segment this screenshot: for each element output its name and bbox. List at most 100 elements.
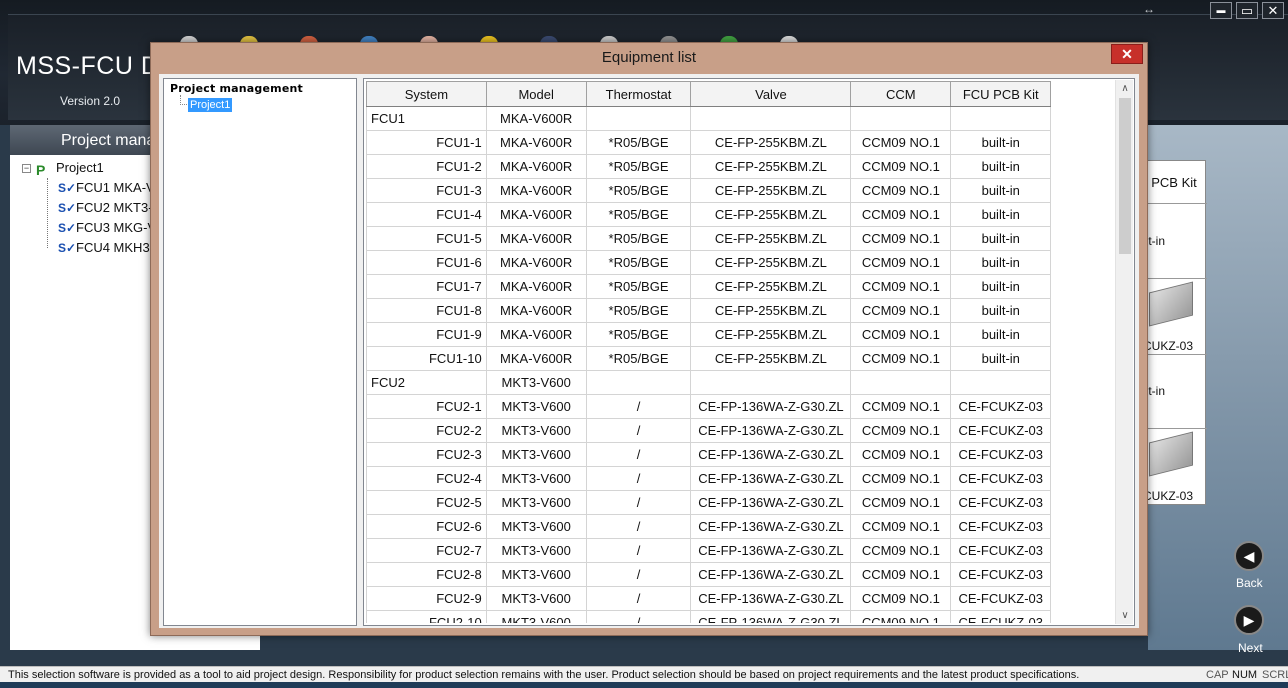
cell-ccm[interactable]: CCM09 NO.1 [850,586,952,611]
cell-model[interactable]: MKT3-V600 [485,610,587,623]
cell-model[interactable]: MKA-V600R [485,178,587,203]
maximize-button[interactable]: ▭ [1236,2,1258,19]
cell-valve[interactable]: CE-FP-136WA-Z-G30.ZL [690,442,852,467]
cell-model[interactable]: MKT3-V600 [485,538,587,563]
cell-thermostat[interactable]: / [585,466,692,491]
column-header-system[interactable]: System [366,81,487,107]
cell-system[interactable]: FCU1-8 [366,298,487,323]
cell-valve[interactable]: CE-FP-136WA-Z-G30.ZL [690,586,852,611]
cell-pcb-kit[interactable]: CE-FCUKZ-03 [950,490,1052,515]
tree-item-label[interactable]: FCU1 MKA-V [76,178,155,198]
cell-thermostat[interactable]: / [585,610,692,623]
back-button[interactable]: ◀ [1234,541,1264,571]
cell-thermostat[interactable]: *R05/BGE [585,178,692,203]
cell-thermostat[interactable]: / [585,514,692,539]
cell-model[interactable]: MKA-V600R [485,130,587,155]
cell-valve[interactable]: CE-FP-136WA-Z-G30.ZL [690,490,852,515]
cell-model[interactable]: MKT3-V600 [485,442,587,467]
cell-ccm[interactable] [850,370,952,395]
cell-model[interactable]: MKA-V600R [485,154,587,179]
cell-model[interactable]: MKT3-V600 [485,466,587,491]
cell-valve[interactable]: CE-FP-255KBM.ZL [690,274,852,299]
table-row[interactable]: FCU1 MKA-V600R [366,106,1116,131]
cell-pcb-kit[interactable]: built-in [950,250,1052,275]
cell-model[interactable]: MKA-V600R [485,274,587,299]
column-header-ccm[interactable]: CCM [850,81,952,107]
cell-valve[interactable]: CE-FP-136WA-Z-G30.ZL [690,514,852,539]
cell-system[interactable]: FCU1-3 [366,178,487,203]
cell-model[interactable]: MKA-V600R [485,298,587,323]
cell-thermostat[interactable]: *R05/BGE [585,322,692,347]
cell-thermostat[interactable]: / [585,586,692,611]
cell-ccm[interactable]: CCM09 NO.1 [850,562,952,587]
cell-pcb-kit[interactable]: built-in [950,322,1052,347]
table-row[interactable]: FCU1-5 MKA-V600R *R05/BGE CE-FP-255KBM.ZL CC… [366,226,1116,251]
cell-thermostat[interactable]: *R05/BGE [585,154,692,179]
cell-valve[interactable]: CE-FP-255KBM.ZL [690,130,852,155]
cell-ccm[interactable]: CCM09 NO.1 [850,274,952,299]
table-row[interactable]: FCU2-6 MKT3-V600/CE-FP-136WA-Z-G30.ZL CCM0… [366,514,1116,539]
cell-valve[interactable]: CE-FP-136WA-Z-G30.ZL [690,610,852,623]
cell-valve[interactable]: CE-FP-136WA-Z-G30.ZL [690,418,852,443]
cell-system[interactable]: FCU2-3 [366,442,487,467]
cell-pcb-kit[interactable]: built-in [950,226,1052,251]
cell-model[interactable]: MKA-V600R [485,322,587,347]
cell-system[interactable]: FCU1 [366,106,487,131]
cell-thermostat[interactable] [585,106,692,131]
cell-pcb-kit[interactable]: CE-FCUKZ-03 [950,442,1052,467]
cell-ccm[interactable]: CCM09 NO.1 [850,490,952,515]
table-row[interactable]: FCU2-10 MKT3-V600/CE-FP-136WA-Z-G30.ZL CCM… [366,610,1116,623]
vertical-scrollbar[interactable]: ∧ ∨ [1115,80,1133,624]
resize-icon[interactable]: ↔ [1143,2,1155,16]
cell-pcb-kit[interactable]: built-in [950,154,1052,179]
cell-ccm[interactable]: CCM09 NO.1 [850,250,952,275]
column-header-model[interactable]: Model [485,81,587,107]
cell-system[interactable]: FCU2 [366,370,487,395]
cell-thermostat[interactable]: / [585,538,692,563]
cell-model[interactable]: MKA-V600R [485,226,587,251]
cell-valve[interactable]: CE-FP-255KBM.ZL [690,346,852,371]
cell-thermostat[interactable]: / [585,442,692,467]
cell-valve[interactable]: CE-FP-255KBM.ZL [690,298,852,323]
cell-ccm[interactable] [850,106,952,131]
cell-valve[interactable] [690,370,852,395]
cell-model[interactable]: MKT3-V600 [485,586,587,611]
table-row[interactable]: FCU2-4 MKT3-V600/CE-FP-136WA-Z-G30.ZL CCM0… [366,466,1116,491]
cell-pcb-kit[interactable] [950,106,1052,131]
cell-thermostat[interactable]: / [585,490,692,515]
table-row[interactable]: FCU1-8 MKA-V600R *R05/BGE CE-FP-255KBM.ZL CC… [366,298,1116,323]
scroll-up-icon[interactable]: ∧ [1116,80,1134,97]
cell-pcb-kit[interactable]: built-in [950,346,1052,371]
cell-ccm[interactable]: CCM09 NO.1 [850,130,952,155]
cell-model[interactable]: MKT3-V600 [485,370,587,395]
cell-thermostat[interactable]: / [585,394,692,419]
cell-ccm[interactable]: CCM09 NO.1 [850,442,952,467]
cell-model[interactable]: MKT3-V600 [485,418,587,443]
cell-system[interactable]: FCU1-6 [366,250,487,275]
cell-valve[interactable] [690,106,852,131]
cell-pcb-kit[interactable]: built-in [950,130,1052,155]
cell-thermostat[interactable]: / [585,562,692,587]
column-header-fcu-pcb-kit[interactable]: FCU PCB Kit [950,81,1052,107]
cell-valve[interactable]: CE-FP-255KBM.ZL [690,226,852,251]
cell-system[interactable]: FCU1-5 [366,226,487,251]
cell-system[interactable]: FCU2-8 [366,562,487,587]
cell-system[interactable]: FCU2-4 [366,466,487,491]
cell-system[interactable]: FCU1-9 [366,322,487,347]
table-row[interactable]: FCU1-2 MKA-V600R *R05/BGE CE-FP-255KBM.ZL CC… [366,154,1116,179]
cell-system[interactable]: FCU1-10 [366,346,487,371]
table-row[interactable]: FCU2-7 MKT3-V600/CE-FP-136WA-Z-G30.ZL CCM0… [366,538,1116,563]
cell-ccm[interactable]: CCM09 NO.1 [850,226,952,251]
table-row[interactable]: FCU1-1 MKA-V600R *R05/BGE CE-FP-255KBM.ZL CC… [366,130,1116,155]
cell-pcb-kit[interactable] [950,370,1052,395]
cell-pcb-kit[interactable]: CE-FCUKZ-03 [950,538,1052,563]
tree-item-label[interactable]: FCU2 MKT3- [76,198,153,218]
cell-valve[interactable]: CE-FP-136WA-Z-G30.ZL [690,466,852,491]
table-row[interactable]: FCU2-2 MKT3-V600/CE-FP-136WA-Z-G30.ZL CCM0… [366,418,1116,443]
cell-system[interactable]: FCU2-6 [366,514,487,539]
project-node-selected[interactable]: Project1 [188,98,233,112]
cell-ccm[interactable]: CCM09 NO.1 [850,322,952,347]
table-row[interactable]: FCU1-9 MKA-V600R *R05/BGE CE-FP-255KBM.ZL CC… [366,322,1116,347]
table-row[interactable]: FCU1-10 MKA-V600R *R05/BGE CE-FP-255KBM.ZL C… [366,346,1116,371]
cell-thermostat[interactable]: *R05/BGE [585,202,692,227]
